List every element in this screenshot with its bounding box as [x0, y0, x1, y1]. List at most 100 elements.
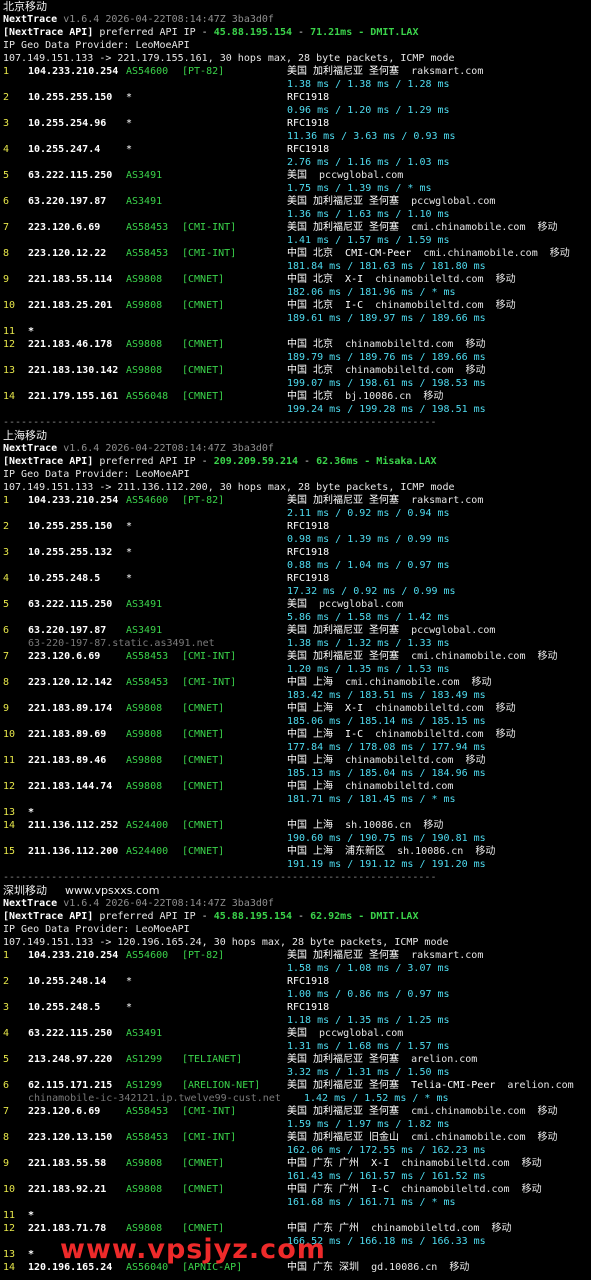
hop-latency: 190.60 ms / 190.75 ms / 190.81 ms — [287, 833, 486, 844]
hop-row: 3 10.255.254.96 * RFC1918 — [0, 117, 591, 130]
api-prefix: [NextTrace API] — [3, 27, 94, 38]
hop-latency-row: 2.11 ms / 0.92 ms / 0.94 ms — [0, 507, 591, 520]
hop-geo-info: 中国 上海 浦东新区 sh.10086.cn 移动 — [287, 845, 495, 858]
hop-asn: AS9808 — [126, 1184, 163, 1195]
api-sep: - — [292, 27, 311, 38]
hop-latency-row: 199.07 ms / 198.61 ms / 198.53 ms — [0, 377, 591, 390]
hop-row: 4 10.255.248.5 * RFC1918 — [0, 572, 591, 585]
hop-geo-info: 美国 pccwglobal.com — [287, 598, 403, 611]
hop-tag: [CMI-INT] — [182, 1106, 237, 1117]
hop-number: 10 — [3, 1184, 16, 1195]
hop-asn: AS54600 — [126, 66, 169, 77]
hop-host: pccwglobal.com — [307, 1028, 404, 1039]
hop-number: 5 — [3, 599, 10, 610]
hop-isp: 移动 — [537, 248, 570, 259]
hop-geo-info: 美国 加利福尼亚 圣何塞 pccwglobal.com — [287, 195, 495, 208]
hop-number: 14 — [3, 1262, 16, 1273]
hop-host: pccwglobal.com — [307, 170, 404, 181]
hop-host: chinamobileltd.com — [363, 300, 484, 311]
route-summary: 107.149.151.133 -> 211.136.112.200, 30 h… — [3, 482, 455, 493]
hop-geo: 美国 — [287, 1028, 307, 1039]
hop-ip: 223.120.6.69 — [28, 222, 101, 233]
hop-latency-row: 185.06 ms / 185.14 ms / 185.15 ms — [0, 715, 591, 728]
hop-number: 7 — [3, 1106, 10, 1117]
hop-latency-row: 17.32 ms / 0.92 ms / 0.99 ms — [0, 585, 591, 598]
hop-number: 13 — [3, 365, 16, 376]
hop-isp: 移动 — [411, 391, 444, 402]
hop-asn: AS3491 — [126, 1028, 163, 1039]
hop-number: 8 — [3, 248, 10, 259]
hop-tag: [CMI-INT] — [182, 651, 237, 662]
hop-asn: AS9808 — [126, 755, 163, 766]
hop-host: cmi.chinamobile.com — [399, 651, 526, 662]
hop-number: 9 — [3, 274, 10, 285]
hop-geo: 美国 加利福尼亚 圣何塞 — [287, 625, 400, 636]
hop-number: 1 — [3, 495, 10, 506]
hop-latency: 3.32 ms / 1.31 ms / 1.50 ms — [287, 1067, 450, 1078]
hop-row: 11 * — [0, 1209, 591, 1222]
nexttrace-label: NextTrace — [3, 443, 58, 454]
hop-latency: 1.58 ms / 1.08 ms / 3.07 ms — [287, 963, 450, 974]
hop-asn: AS58453 — [126, 248, 169, 259]
hop-ip: 63.222.115.250 — [28, 599, 113, 610]
geo-provider: IP Geo Data Provider: LeoMoeAPI — [3, 469, 190, 480]
hop-latency-row: 2.76 ms / 1.16 ms / 1.03 ms — [0, 156, 591, 169]
hop-host: chinamobileltd.com — [363, 703, 484, 714]
hop-row: 6 63.220.197.87 AS3491 美国 加利福尼亚 圣何塞 pccwglo… — [0, 195, 591, 208]
api-sep: - — [298, 456, 317, 467]
hop-ip: 223.120.6.69 — [28, 1106, 101, 1117]
hop-ip: 223.120.12.22 — [28, 248, 107, 259]
hop-latency-row: 1.18 ms / 1.35 ms / 1.25 ms — [0, 1014, 591, 1027]
hop-ip: 10.255.255.132 — [28, 547, 113, 558]
hop-latency: 161.43 ms / 161.57 ms / 161.52 ms — [287, 1171, 486, 1182]
version-row: NextTrace v1.6.4 2026-04-22T08:14:47Z 3b… — [3, 13, 274, 26]
hop-latency: 1.41 ms / 1.57 ms / 1.59 ms — [287, 235, 450, 246]
section-title: 北京移动 — [3, 0, 47, 13]
section-title: 上海移动 — [3, 429, 47, 442]
hop-latency-row: 161.68 ms / 161.71 ms / * ms — [0, 1196, 591, 1209]
hop-ip: 221.183.89.46 — [28, 755, 107, 766]
hop-host: raksmart.com — [399, 950, 484, 961]
hop-latency: 199.07 ms / 198.61 ms / 198.53 ms — [287, 378, 486, 389]
hop-asn: AS3491 — [126, 196, 163, 207]
hop-geo: 中国 上海 — [287, 781, 334, 792]
hop-latency-row: 1.41 ms / 1.57 ms / 1.59 ms — [0, 234, 591, 247]
hop-latency-row: 0.98 ms / 1.39 ms / 0.99 ms — [0, 533, 591, 546]
watermark-logo: www.vpsjyz.com — [60, 1234, 326, 1265]
hop-row: 13 221.183.130.142 AS9808 [CMNET] 中国 北京 chin… — [0, 364, 591, 377]
hop-host: gd.10086.cn — [359, 1262, 438, 1273]
hop-geo: RFC1918 — [287, 976, 330, 987]
hop-tag: [CMNET] — [182, 846, 225, 857]
hop-tag: [CMNET] — [182, 300, 225, 311]
hop-latency: 185.13 ms / 185.04 ms / 184.96 ms — [287, 768, 486, 779]
hop-tag: [CMNET] — [182, 391, 225, 402]
hop-geo: 美国 加利福尼亚 圣何塞 — [287, 196, 400, 207]
hop-latency: 189.61 ms / 189.97 ms / 189.66 ms — [287, 313, 486, 324]
hop-tag: [CMNET] — [182, 274, 225, 285]
hop-geo: 美国 — [287, 599, 307, 610]
hop-latency-row: 191.19 ms / 191.12 ms / 191.20 ms — [0, 858, 591, 871]
hop-ip: 221.183.89.69 — [28, 729, 107, 740]
hop-geo: 美国 加利福尼亚 圣何塞 — [287, 1106, 400, 1117]
hop-host: cmi.chinamobile.com — [333, 677, 460, 688]
hop-host: arelion.com — [399, 1054, 478, 1065]
hop-asn: AS3491 — [126, 625, 163, 636]
api-row: [NextTrace API] preferred API IP - 45.88… — [3, 26, 418, 39]
hop-geo: 中国 上海 浦东新区 — [287, 846, 386, 857]
hop-row: 8 223.120.12.22 AS58453 [CMI-INT] 中国 北京 CMI-… — [0, 247, 591, 260]
hop-isp: 移动 — [509, 1184, 542, 1195]
section-title-extra: www.vpsxxs.com — [65, 884, 160, 897]
hop-latency: 1.36 ms / 1.63 ms / 1.10 ms — [287, 209, 450, 220]
hop-tag: [PT-82] — [182, 495, 225, 506]
version-text: v1.6.4 2026-04-22T08:14:47Z 3ba3d0f — [57, 898, 274, 909]
hop-geo-info: 中国 上海 X-I chinamobileltd.com 移动 — [287, 702, 516, 715]
api-ms: 71.21ms — [310, 27, 353, 38]
hop-geo: 美国 加利福尼亚 圣何塞 — [287, 66, 400, 77]
hop-row: 11 221.183.89.46 AS9808 [CMNET] 中国 上海 chinam… — [0, 754, 591, 767]
hop-isp: 移动 — [453, 755, 486, 766]
hop-isp: 移动 — [459, 677, 492, 688]
hop-geo: 美国 加利福尼亚 圣何塞 — [287, 651, 400, 662]
api-line: [NextTrace API] preferred API IP - 209.2… — [0, 455, 591, 468]
hop-isp: 移动 — [479, 1223, 512, 1234]
hop-geo-info: 中国 北京 chinamobileltd.com 移动 — [287, 338, 486, 351]
